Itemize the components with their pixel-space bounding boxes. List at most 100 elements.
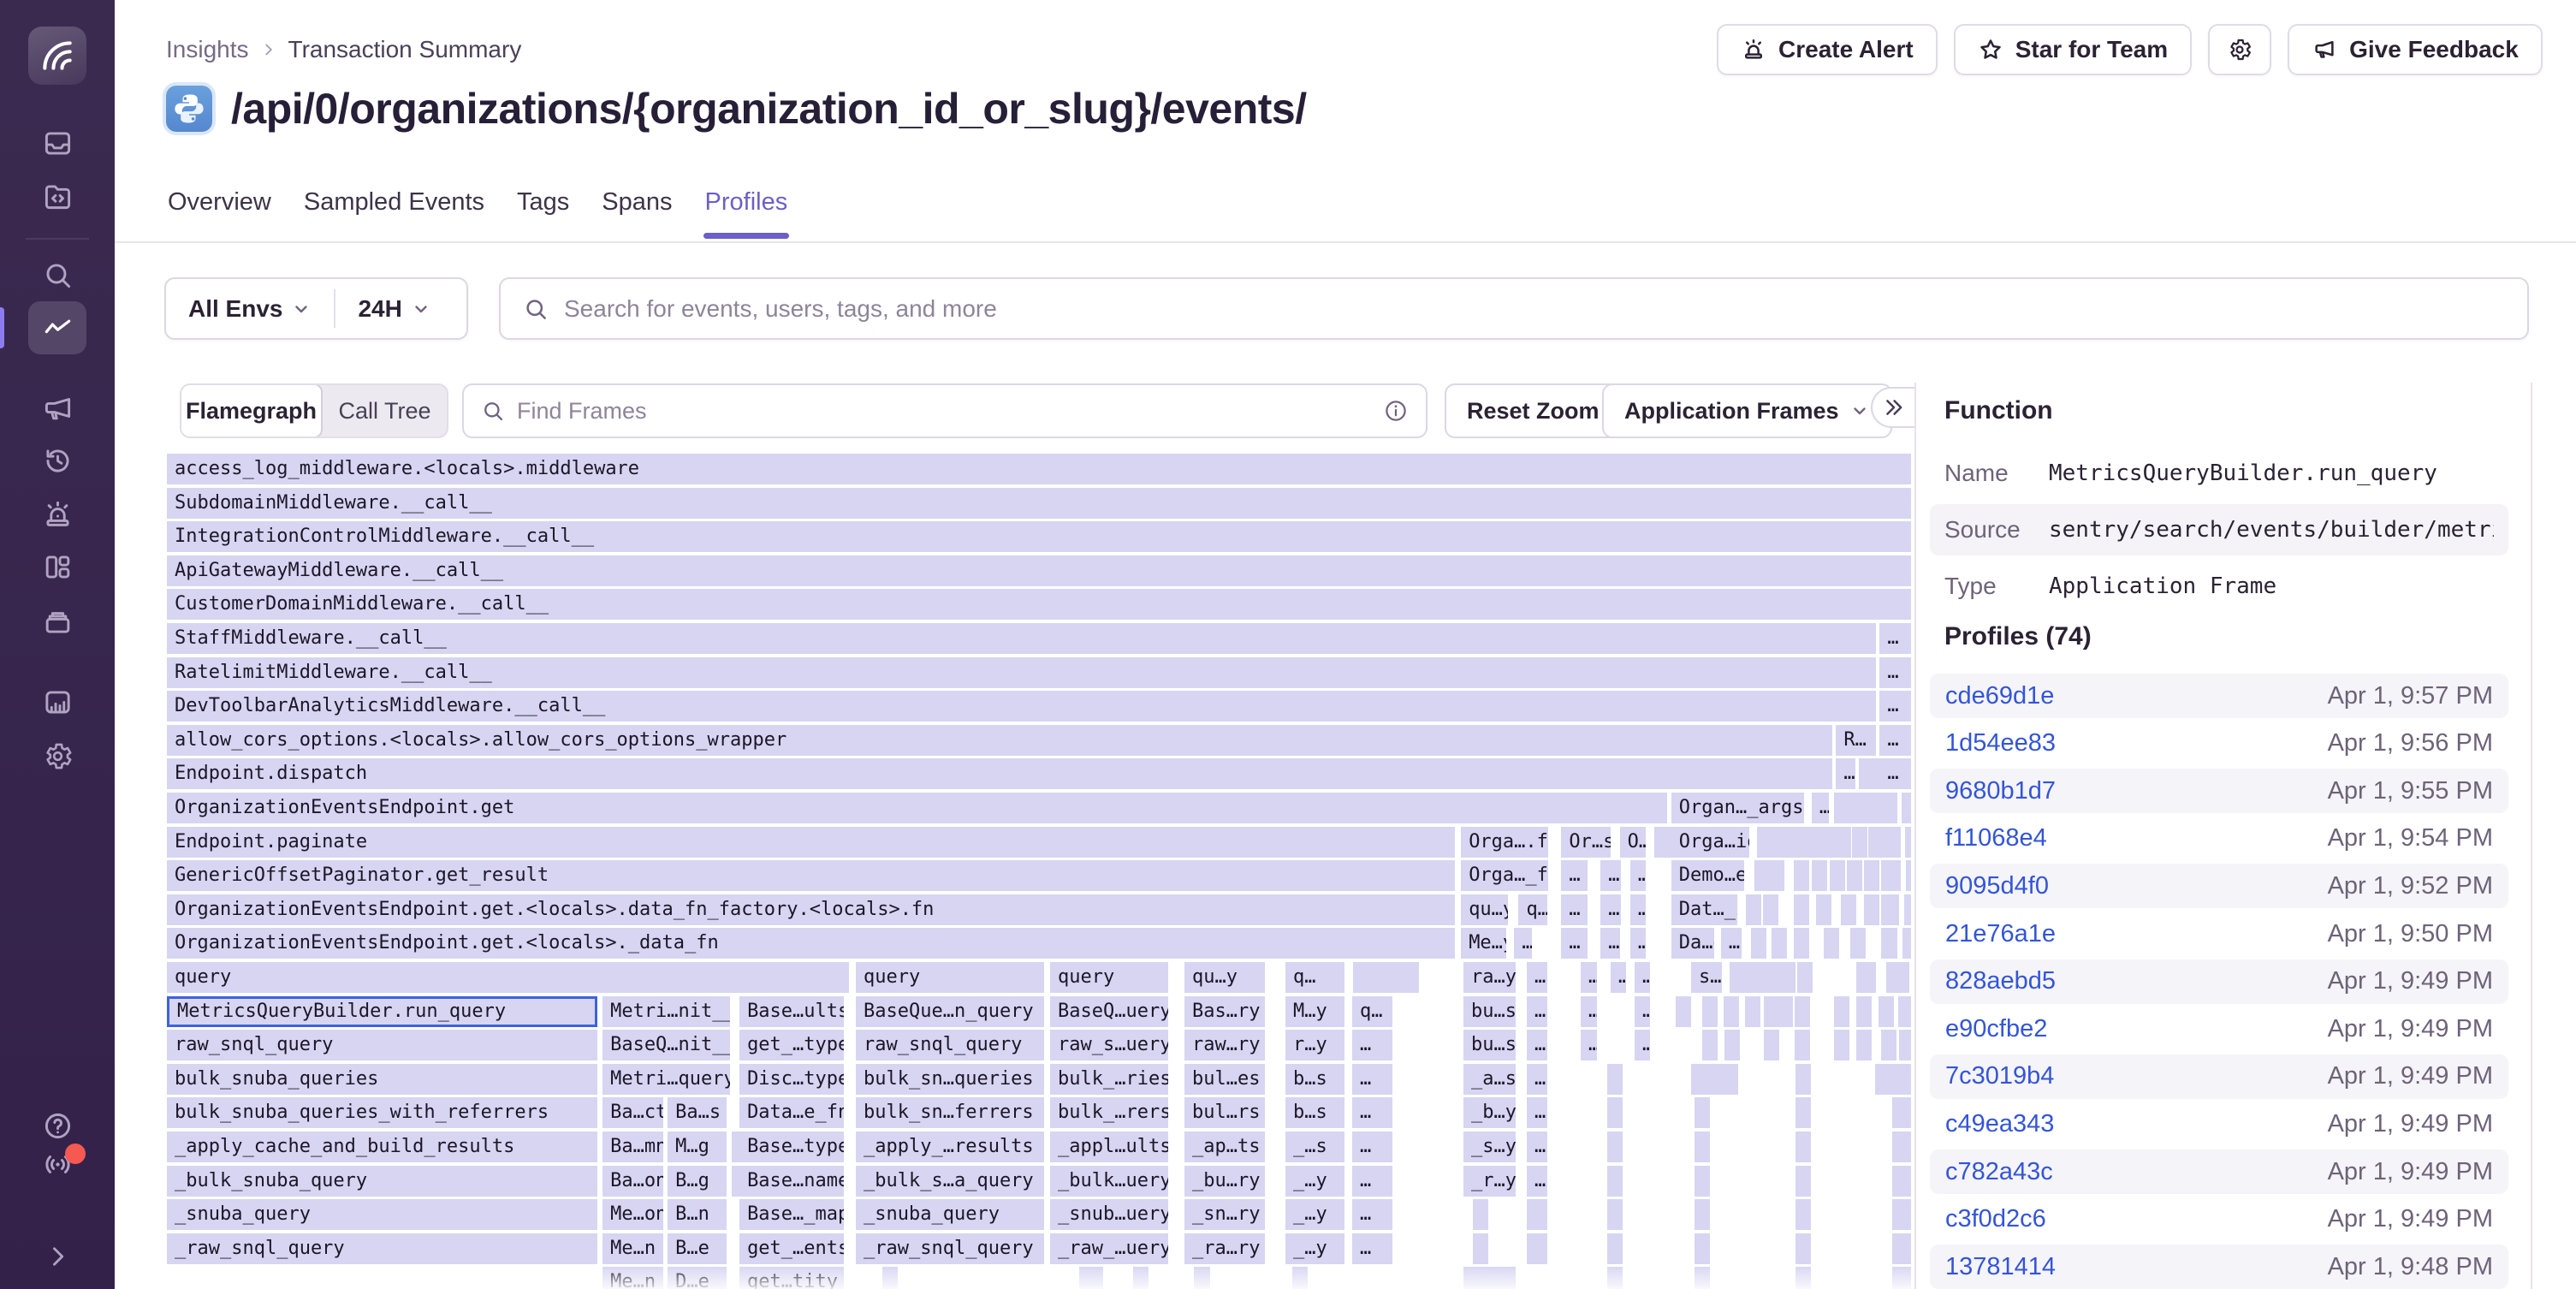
flamegraph-frame-sliver[interactable] [1881,827,1900,858]
flamegraph-frame[interactable]: … [1581,1030,1597,1060]
flamegraph-frame[interactable]: … [1879,691,1911,722]
sidebar-item-whats-new[interactable] [0,1149,115,1180]
flamegraph-frame-sliver[interactable] [1695,1199,1710,1230]
flamegraph-frame-sliver[interactable] [1794,894,1809,925]
flamegraph-frame[interactable]: b…s [1285,1064,1344,1095]
flamegraph-frame[interactable]: bul…rs [1184,1097,1265,1128]
flamegraph-frame[interactable]: … [1879,758,1911,789]
flamegraph-frame[interactable]: _snuba_query [856,1199,1044,1230]
flamegraph-frame-sliver[interactable] [1830,860,1845,891]
flamegraph-frame-sliver[interactable] [1751,928,1766,959]
flamegraph-frame[interactable]: M…g [668,1132,727,1162]
flamegraph-frame[interactable]: Base…type [739,1132,844,1162]
flamegraph-frame[interactable]: … [1352,1064,1392,1095]
flamegraph-frame[interactable]: bulk_sn…queries [856,1064,1044,1095]
flamegraph-frame[interactable]: … [1581,962,1597,993]
sidebar-item-releases[interactable] [0,606,115,638]
flamegraph-frame[interactable]: … [1879,623,1911,654]
flamegraph-frame[interactable]: OrganizationEventsEndpoint.get [167,793,1667,823]
flamegraph-frame-sliver[interactable] [1527,1199,1547,1230]
flamegraph-frame[interactable]: Bas…ry [1184,996,1265,1027]
profile-id-link[interactable]: 7c3019b4 [1945,1062,2054,1090]
flamegraph-frame-sliver[interactable] [1724,996,1739,1027]
flamegraph-frame-sliver[interactable] [1904,894,1911,925]
profile-id-link[interactable]: 13781414 [1945,1253,2056,1281]
flamegraph-frame-sliver[interactable] [1795,1267,1811,1289]
flamegraph-frame[interactable]: RatelimitMiddleware.__call__ [167,657,1876,688]
flamegraph-frame-sliver[interactable] [1404,962,1419,993]
flamegraph-frame[interactable]: IntegrationControlMiddleware.__call__ [167,521,1911,552]
flamegraph-frame[interactable]: _apply_cache_and_build_results [167,1132,597,1162]
flamegraph-frame[interactable]: Me…n [602,1267,663,1289]
flamegraph-frame-sliver[interactable] [1607,1267,1623,1289]
flamegraph-frame[interactable]: … [1721,928,1742,959]
flamegraph-frame[interactable]: … [1561,894,1588,925]
flamegraph-frame[interactable]: Demo…ess [1671,860,1745,891]
flamegraph-frame[interactable]: Ba…on [602,1166,663,1197]
flamegraph-frame[interactable]: qu…y [1461,894,1508,925]
flamegraph-frame[interactable]: BaseQue…n_query [856,996,1044,1027]
flamegraph-frame[interactable]: _ap…ts [1184,1132,1265,1162]
flamegraph-frame-sliver[interactable] [1816,894,1831,925]
star-for-team-button[interactable]: Star for Team [1954,24,2192,75]
flamegraph-frame[interactable]: … [1635,996,1650,1027]
flamegraph-frame-sliver[interactable] [1794,928,1809,959]
flamegraph-frame[interactable]: … [1527,1030,1547,1060]
flamegraph-frame-sliver[interactable] [1881,928,1896,959]
flamegraph-frame[interactable]: … [1527,962,1547,993]
event-search-bar[interactable] [499,277,2529,340]
flamegraph-frame[interactable]: … [1527,1097,1547,1128]
flamegraph-frame-sliver[interactable] [1780,962,1795,993]
profile-id-link[interactable]: c49ea343 [1945,1110,2054,1138]
flamegraph-frame-sliver[interactable] [1079,1267,1104,1289]
flamegraph-frame[interactable]: _raw_snql_query [167,1233,597,1264]
flamegraph-frame[interactable]: bulk_…rers [1050,1097,1168,1128]
flamegraph-frame-sliver[interactable] [1879,793,1896,823]
profile-id-link[interactable]: 828aebd5 [1945,967,2056,995]
flamegraph-frame[interactable]: … [1600,894,1620,925]
flamegraph-frame[interactable]: … [1527,1132,1547,1162]
profile-id-link[interactable]: 9095d4f0 [1945,872,2049,900]
flamegraph-frame[interactable]: bul…es [1184,1064,1265,1095]
flamegraph-frame-sliver[interactable] [1795,1199,1811,1230]
tab-tags[interactable]: Tags [515,188,571,239]
flamegraph-frame-sliver[interactable] [1745,996,1760,1027]
flamegraph-frame[interactable]: bulk_sn…ferrers [856,1097,1044,1128]
flamegraph-frame-sliver[interactable] [1473,1233,1488,1264]
flamegraph-frame-sliver[interactable] [1836,827,1851,858]
flamegraph-frame[interactable]: … [1611,962,1626,993]
flamegraph-frame[interactable]: … [1527,1166,1547,1197]
flamegraph-frame[interactable]: Ba…s [668,1097,727,1128]
flamegraph-frame[interactable]: bulk_snuba_queries [167,1064,597,1095]
flamegraph-frame[interactable]: … [1812,793,1829,823]
flamegraph-frame-sliver[interactable] [1463,1267,1516,1289]
flamegraph-frame[interactable]: bu…s [1463,1030,1516,1060]
tab-profiles[interactable]: Profiles [703,188,790,239]
flamegraph-frame[interactable]: access_log_middleware.<locals>.middlewar… [167,454,1911,484]
flamegraph-frame[interactable]: raw_snql_query [167,1030,597,1060]
flamegraph-frame-sliver[interactable] [1892,1132,1911,1162]
breadcrumb-insights[interactable]: Insights [166,36,249,63]
event-search-input[interactable] [564,295,2505,323]
flamegraph-frame[interactable]: _appl…ults [1050,1132,1168,1162]
sidebar-item-projects[interactable] [0,181,115,212]
flamegraph-frame-sliver[interactable] [1772,928,1787,959]
flamegraph-frame[interactable]: Dat…_id [1671,894,1737,925]
give-feedback-button[interactable]: Give Feedback [2288,24,2543,75]
profile-id-link[interactable]: e90cfbe2 [1945,1015,2047,1043]
flamegraph-frame[interactable]: … [1352,1233,1392,1264]
sidebar-item-stats[interactable] [0,686,115,718]
flamegraph-frame[interactable]: … [1352,1097,1392,1128]
sidebar-item-feedback[interactable] [0,392,115,424]
flamegraph-frame[interactable]: Orga….fn [1461,827,1548,858]
flamegraph-frame-sliver[interactable] [1764,996,1779,1027]
flamegraph-frame[interactable]: … [1352,1199,1392,1230]
flamegraph-frame-sliver[interactable] [1834,996,1849,1027]
profile-id-link[interactable]: 21e76a1e [1945,920,2056,948]
breadcrumb-transaction-summary[interactable]: Transaction Summary [288,36,522,63]
flamegraph-frame-sliver[interactable] [1879,996,1894,1027]
sidebar-item-alerts[interactable] [0,499,115,531]
flamegraph-frame[interactable]: _apply_…results [856,1132,1044,1162]
flamegraph-frame-sliver[interactable] [1473,1199,1488,1230]
flamegraph-frame[interactable]: … [1600,928,1619,959]
